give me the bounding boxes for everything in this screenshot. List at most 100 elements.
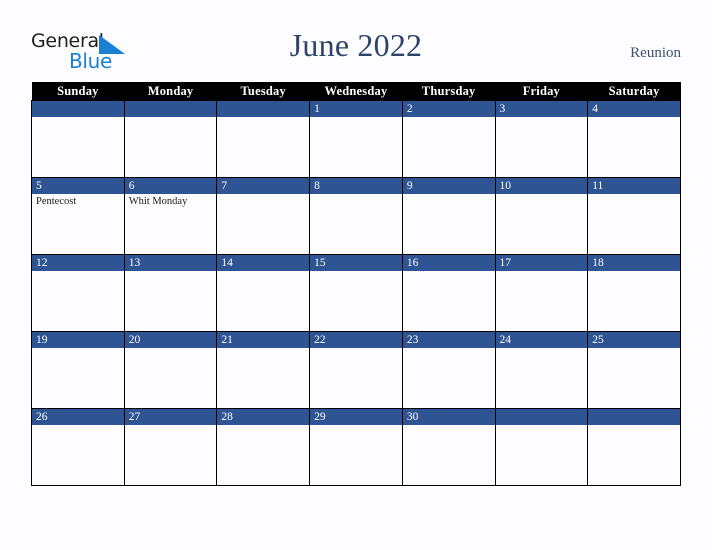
day-events[interactable] (310, 271, 402, 331)
day-events[interactable] (310, 117, 402, 177)
day-number: 23 (402, 332, 495, 348)
day-events[interactable] (496, 194, 588, 254)
calendar-week-row: 19 20 21 22 23 24 25 (31, 331, 681, 409)
day-number: 29 (310, 409, 402, 425)
day-events[interactable] (217, 194, 309, 254)
day-events[interactable] (32, 348, 124, 408)
day-events[interactable] (496, 425, 588, 485)
calendar-day-cell[interactable]: 30 (401, 408, 496, 486)
day-events[interactable] (403, 194, 495, 254)
calendar-day-cell[interactable]: 9 (401, 177, 496, 255)
calendar-day-cell[interactable]: 17 (494, 254, 589, 332)
calendar-day-cell[interactable]: 22 (309, 331, 403, 409)
day-number: 9 (402, 178, 495, 194)
day-events[interactable] (403, 117, 495, 177)
calendar-day-cell[interactable]: 26 (31, 408, 125, 486)
calendar-day-cell[interactable] (587, 408, 681, 486)
calendar-day-cell[interactable]: 10 (494, 177, 589, 255)
day-events[interactable] (403, 348, 495, 408)
calendar-day-cell[interactable]: 25 (587, 331, 681, 409)
calendar-day-cell[interactable] (123, 100, 218, 178)
day-events[interactable] (588, 194, 680, 254)
calendar-day-cell[interactable]: 18 (587, 254, 681, 332)
day-events[interactable] (32, 271, 124, 331)
day-number: 3 (495, 101, 588, 117)
day-events[interactable] (32, 425, 124, 485)
calendar-day-cell[interactable]: 29 (309, 408, 403, 486)
day-number: 19 (32, 332, 124, 348)
day-number: 18 (588, 255, 680, 271)
day-events[interactable] (403, 271, 495, 331)
day-events[interactable] (310, 194, 402, 254)
page-title: June 2022 (289, 27, 423, 63)
calendar-day-cell[interactable]: 8 (309, 177, 403, 255)
day-number: 7 (217, 178, 310, 194)
day-events[interactable] (403, 425, 495, 485)
day-events[interactable] (217, 348, 309, 408)
calendar-header-row: Sunday Monday Tuesday Wednesday Thursday… (31, 82, 681, 101)
day-number: 30 (402, 409, 495, 425)
day-events[interactable] (217, 271, 309, 331)
day-number: 24 (495, 332, 588, 348)
day-events[interactable] (496, 348, 588, 408)
day-number: 22 (310, 332, 402, 348)
calendar-day-cell[interactable]: 20 (123, 331, 218, 409)
calendar-day-cell[interactable]: 7 (216, 177, 311, 255)
day-events[interactable] (310, 425, 402, 485)
calendar-day-cell[interactable]: 1 (309, 100, 403, 178)
weekday-header-friday: Friday (495, 82, 588, 101)
day-events[interactable] (588, 348, 680, 408)
day-events[interactable] (496, 117, 588, 177)
calendar-day-cell[interactable]: 27 (123, 408, 218, 486)
calendar-week-row: 26 27 28 29 30 (31, 408, 681, 486)
day-events[interactable] (125, 425, 217, 485)
day-events[interactable] (588, 117, 680, 177)
day-number: 15 (310, 255, 402, 271)
day-events[interactable] (310, 348, 402, 408)
day-number: 26 (32, 409, 124, 425)
weekday-header-monday: Monday (124, 82, 217, 101)
day-events[interactable] (125, 271, 217, 331)
calendar-day-cell[interactable]: 21 (216, 331, 311, 409)
calendar-day-cell[interactable]: 24 (494, 331, 589, 409)
day-events[interactable] (125, 117, 217, 177)
calendar-day-cell[interactable]: 14 (216, 254, 311, 332)
day-events[interactable] (125, 348, 217, 408)
day-events[interactable]: Whit Monday (125, 194, 217, 254)
day-number: 6 (124, 178, 217, 194)
region-label: Reunion (630, 45, 681, 61)
calendar-day-cell[interactable]: 4 (587, 100, 681, 178)
calendar-day-cell[interactable]: 16 (401, 254, 496, 332)
calendar-day-cell[interactable]: 6 Whit Monday (123, 177, 218, 255)
calendar-day-cell[interactable]: 19 (31, 331, 125, 409)
day-events[interactable]: Pentecost (32, 194, 124, 254)
calendar-day-cell[interactable]: 12 (31, 254, 125, 332)
calendar-day-cell[interactable]: 2 (401, 100, 496, 178)
calendar-day-cell[interactable]: 23 (401, 331, 496, 409)
day-number (495, 409, 588, 425)
calendar-day-cell[interactable] (494, 408, 589, 486)
calendar-grid: Sunday Monday Tuesday Wednesday Thursday… (31, 82, 681, 486)
day-events[interactable] (496, 271, 588, 331)
day-number: 2 (402, 101, 495, 117)
calendar-day-cell[interactable]: 13 (123, 254, 218, 332)
day-events[interactable] (217, 425, 309, 485)
calendar-day-cell[interactable]: 5 Pentecost (31, 177, 125, 255)
calendar-day-cell[interactable]: 15 (309, 254, 403, 332)
day-number: 10 (495, 178, 588, 194)
calendar-day-cell[interactable]: 11 (587, 177, 681, 255)
day-events[interactable] (32, 117, 124, 177)
calendar-week-row: 1 2 3 4 (31, 100, 681, 178)
calendar-day-cell[interactable]: 3 (494, 100, 589, 178)
weekday-header-saturday: Saturday (587, 82, 681, 101)
day-events[interactable] (588, 271, 680, 331)
day-number (217, 101, 310, 117)
day-number: 8 (310, 178, 402, 194)
calendar-day-cell[interactable]: 28 (216, 408, 311, 486)
calendar-day-cell[interactable] (31, 100, 125, 178)
day-events[interactable] (217, 117, 309, 177)
event-label: Pentecost (36, 196, 77, 207)
day-events[interactable] (588, 425, 680, 485)
day-number: 13 (124, 255, 217, 271)
calendar-day-cell[interactable] (216, 100, 311, 178)
